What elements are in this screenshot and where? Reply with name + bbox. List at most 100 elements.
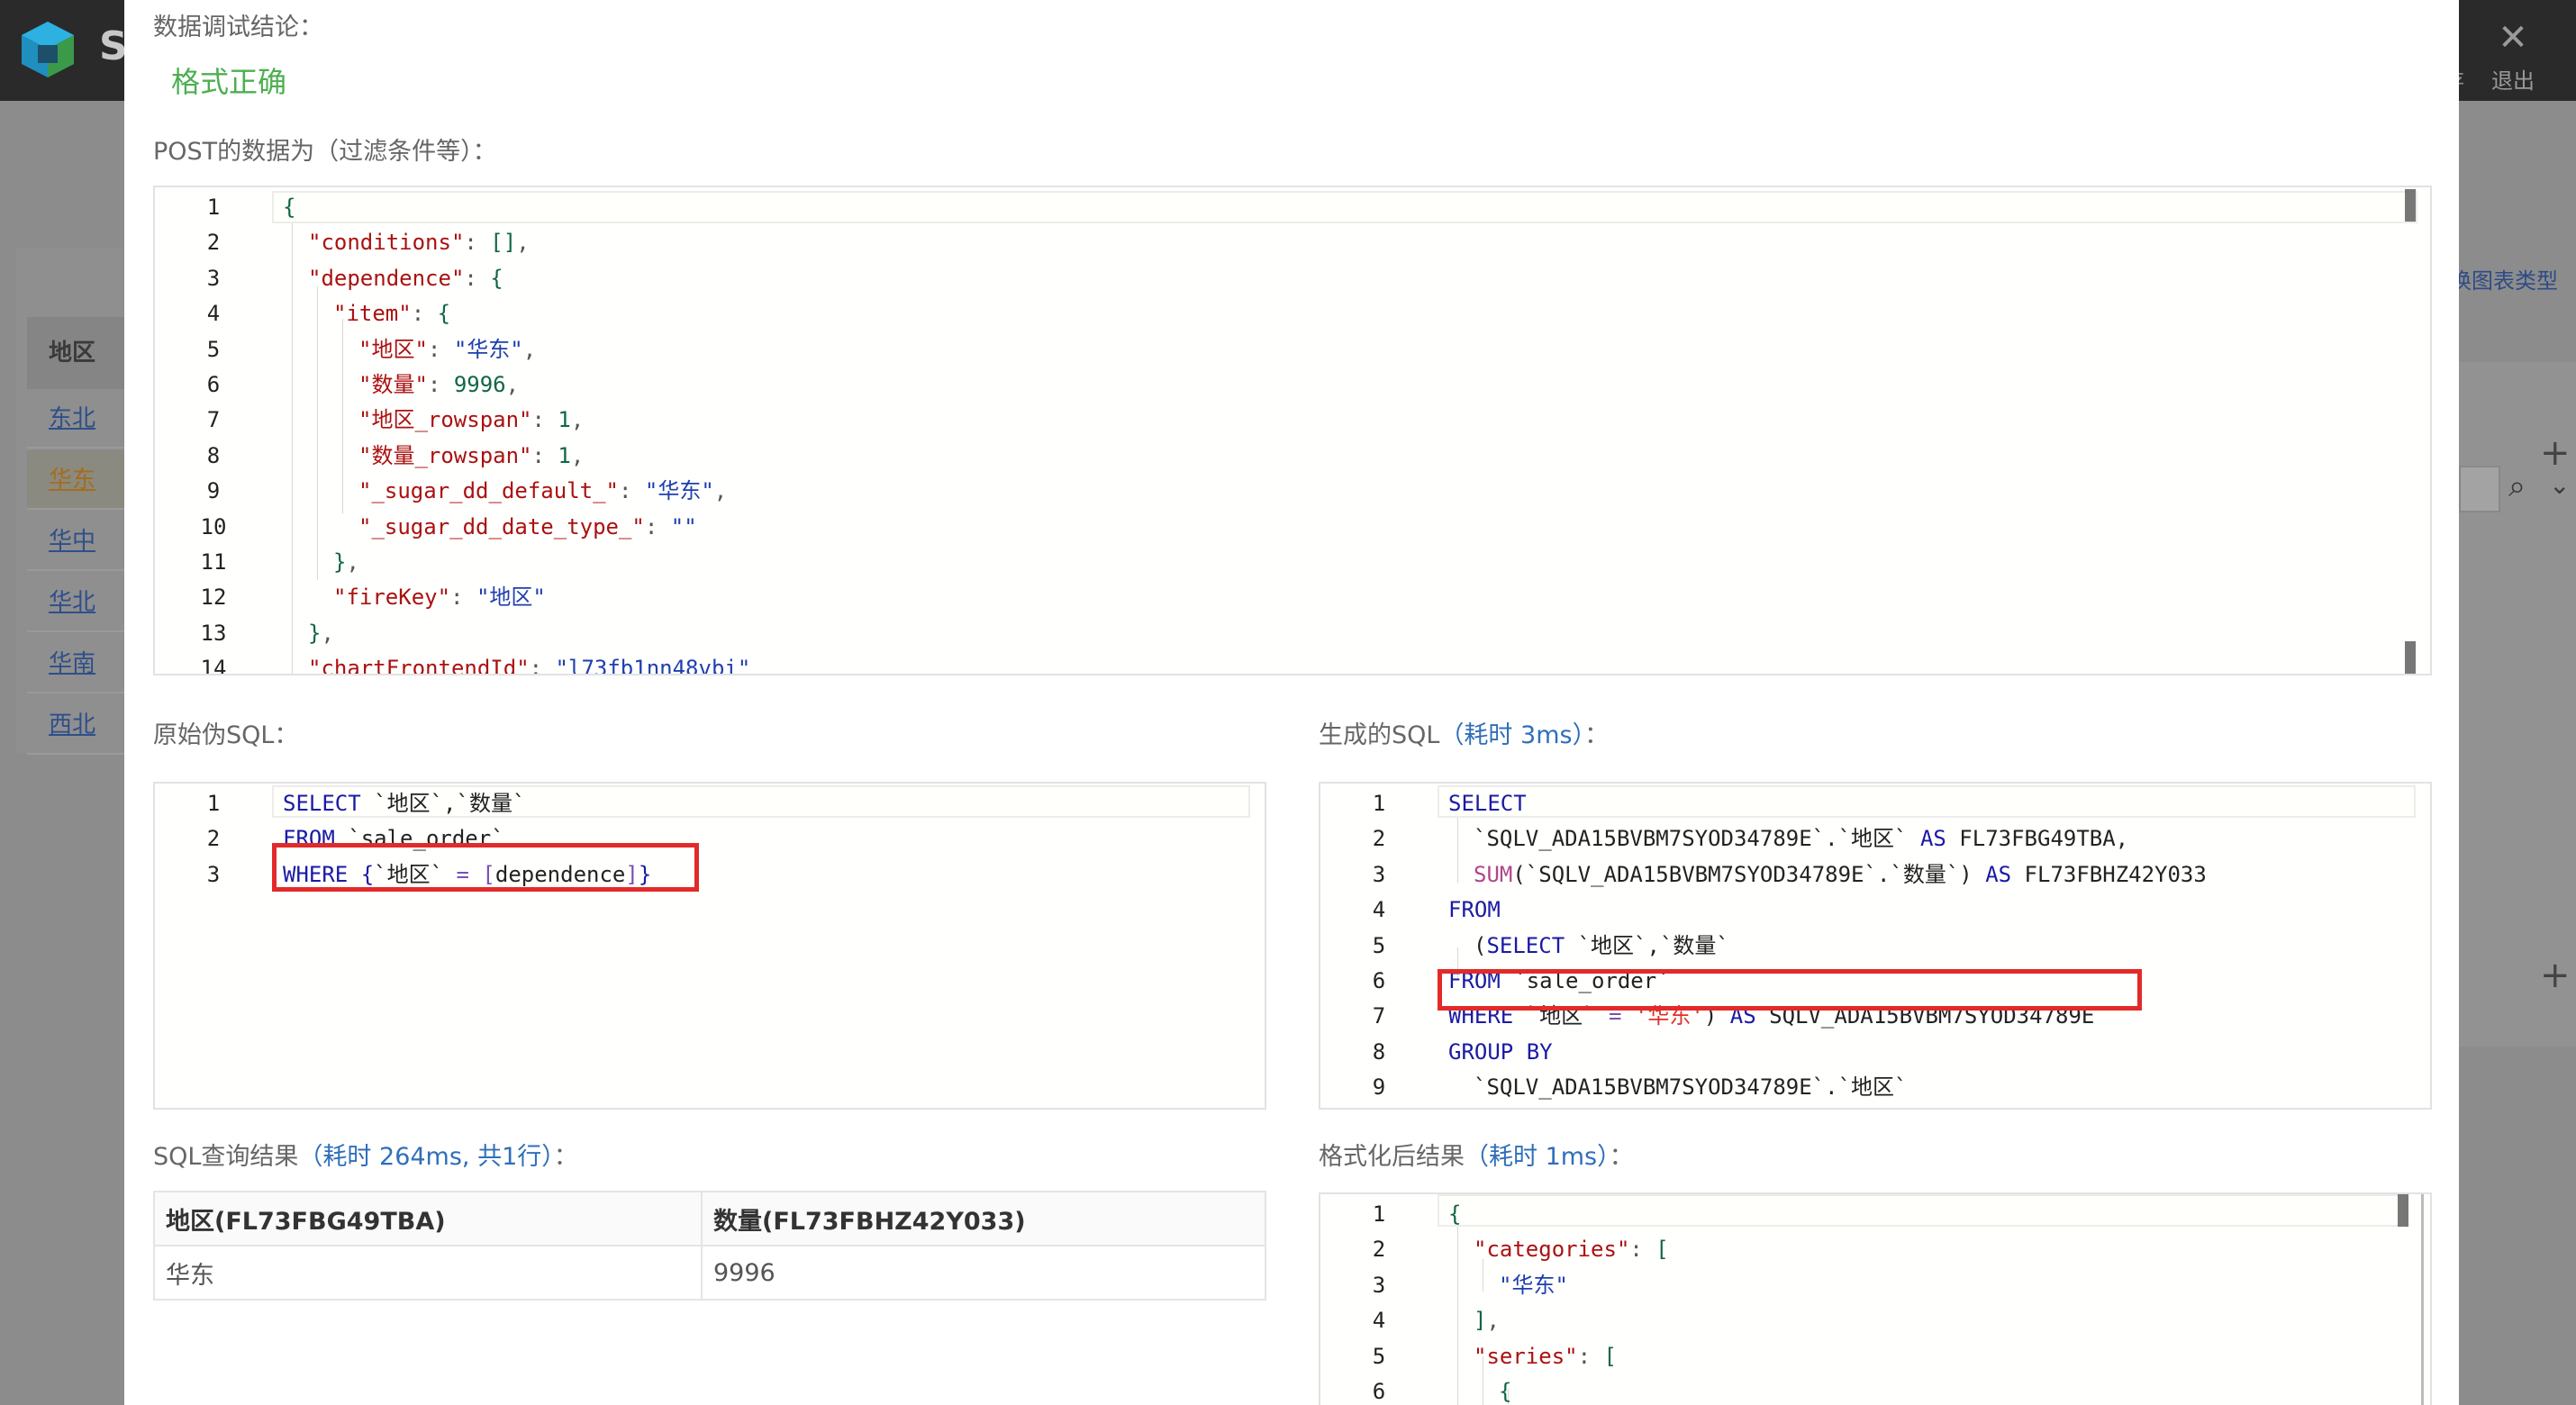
app-logo-icon <box>22 22 74 77</box>
code-line: LIMIT 0, 10000 <box>1448 1107 2430 1108</box>
line-number: 1 <box>206 195 221 220</box>
generated-sql-editor[interactable]: 1 SELECT 2 `SQLV_ADA15BVBM7SYOD34789E`.`地区`… <box>1319 782 2432 1110</box>
line-number: 6 <box>206 372 221 397</box>
column-header: 地区(FL73FBG49TBA) <box>153 1191 703 1246</box>
line-number: 4 <box>1372 1308 1386 1334</box>
search-icon[interactable]: ⌕ <box>2508 468 2526 504</box>
code-line: "华东" <box>1499 1272 1568 1298</box>
line-number: 1 <box>206 791 221 816</box>
generated-sql-label: 生成的SQL（耗时 3ms）： <box>1319 715 1609 750</box>
post-data-editor[interactable]: 1 {2 "conditions": [], 3 "dependence": {4 "it… <box>153 186 2432 675</box>
code-line: "item": { <box>333 301 451 327</box>
region-link[interactable]: 华南 <box>27 634 126 693</box>
line-number: 7 <box>1372 1003 1386 1029</box>
line-number: 12 <box>200 585 227 611</box>
query-result-time: （耗时 264ms, 共1行） <box>298 1143 554 1171</box>
code-line: { <box>283 195 296 220</box>
line-number: 2 <box>206 230 221 256</box>
line-number: 3 <box>1372 861 1386 887</box>
code-line: "地区": "华东", <box>358 336 537 362</box>
highlight-box-raw-where <box>272 843 699 892</box>
add-icon-2[interactable]: + <box>2540 955 2571 996</box>
line-number: 3 <box>1372 1272 1386 1298</box>
column-header: 数量(FL73FBHZ42Y033) <box>701 1191 1266 1246</box>
query-result-colon: ： <box>553 1143 578 1171</box>
formatted-result-colon: ： <box>1609 1143 1634 1171</box>
code-line: "数量_rowspan": 1, <box>358 442 585 468</box>
line-number: 9 <box>1372 1074 1386 1101</box>
formatted-result-time: （耗时 1ms） <box>1465 1143 1610 1171</box>
line-number: 5 <box>1372 1343 1386 1369</box>
conclusion-label: 数据调试结论： <box>153 14 323 41</box>
region-link[interactable]: 西北 <box>27 695 126 755</box>
query-result-table: 地区(FL73FBG49TBA) 数量(FL73FBHZ42Y033) 华东 999… <box>153 1191 1266 1301</box>
line-number: 6 <box>1372 968 1386 993</box>
code-line: { <box>1499 1379 1512 1404</box>
code-line: { <box>1448 1201 1462 1227</box>
chevron-down-icon[interactable]: ⌄ <box>2549 470 2570 500</box>
line-number: 8 <box>1372 1038 1386 1065</box>
region-link[interactable]: 华北 <box>27 573 126 632</box>
line-number: 4 <box>1372 897 1386 923</box>
query-result-title: SQL查询结果 <box>153 1143 299 1171</box>
close-icon: ✕ <box>2498 17 2528 59</box>
line-number: 8 <box>206 442 221 468</box>
debug-modal: 数据调试结论： 格式正确 POST的数据为（过滤条件等）： 1 {2 "condit… <box>124 0 2459 1405</box>
code-line: ], <box>1474 1308 1500 1334</box>
exit-button[interactable]: ✕ 退出 <box>2477 18 2549 95</box>
scrollbar-bottom[interactable] <box>2405 641 2416 674</box>
code-line: SUM(`SQLV_ADA15BVBM7SYOD34789E`.`数量`) AS… <box>1474 861 2207 887</box>
scrollbar-track[interactable] <box>2421 1194 2424 1405</box>
scrollbar-top[interactable] <box>2398 1194 2408 1227</box>
code-line: }, <box>308 620 334 646</box>
line-number: 7 <box>206 407 221 433</box>
line-number: 2 <box>1372 826 1386 852</box>
code-line: "_sugar_dd_date_type_": "" <box>358 513 697 539</box>
line-number: 14 <box>200 656 227 675</box>
code-line: SELECT <box>1448 791 1527 816</box>
code-line: "categories": [ <box>1474 1237 1669 1263</box>
code-line: "地区_rowspan": 1, <box>358 407 585 433</box>
line-number: 10 <box>1320 1107 1438 1108</box>
code-line: GROUP BY <box>1448 1038 1553 1065</box>
line-number: 1 <box>1372 1201 1386 1227</box>
generated-sql-colon: ： <box>1584 721 1610 749</box>
code-line: "fireKey": "地区" <box>333 585 546 611</box>
post-data-label: POST的数据为（过滤条件等）： <box>153 138 497 166</box>
line-number: 1 <box>1372 791 1386 816</box>
line-number: 13 <box>200 620 227 646</box>
line-number: 6 <box>1372 1379 1386 1404</box>
region-table-header: 地区 <box>27 317 126 389</box>
add-icon[interactable]: + <box>2540 432 2571 474</box>
generated-sql-title: 生成的SQL <box>1319 721 1440 749</box>
raw-sql-editor[interactable]: 1 SELECT `地区`,`数量` 2 FROM `sale_order` 3 WHER… <box>153 782 1266 1110</box>
formatted-result-title: 格式化后结果 <box>1319 1143 1465 1171</box>
line-number: 9 <box>206 478 221 504</box>
indent-guide <box>1457 1227 1458 1405</box>
query-result-label: SQL查询结果（耗时 264ms, 共1行）： <box>153 1137 578 1172</box>
right-side-panel: 换图表类型 ⌕ ⌄ + + <box>2450 101 2576 1405</box>
exit-label: 退出 <box>2491 68 2535 94</box>
scrollbar-top[interactable] <box>2405 189 2416 222</box>
indent-guide <box>342 319 343 513</box>
code-line: `SQLV_ADA15BVBM7SYOD34789E`.`地区` <box>1474 1074 1908 1101</box>
indent-guide <box>1457 818 1458 883</box>
code-line: "series": [ <box>1474 1343 1617 1369</box>
code-line: FROM <box>1448 897 1501 923</box>
code-line: SELECT `地区`,`数量` <box>283 791 526 816</box>
switch-chart-type-link[interactable]: 换图表类型 <box>2450 263 2558 295</box>
region-link[interactable]: 华东 <box>27 450 126 510</box>
code-line: "数量": 9996, <box>358 372 520 397</box>
code-line: }, <box>333 549 359 575</box>
code-line: `SQLV_ADA15BVBM7SYOD34789E`.`地区` AS FL73… <box>1474 826 2129 852</box>
formatted-result-editor[interactable]: 1 {2 "categories": [3 "华东" 4], 5 "series": [6 {… <box>1319 1192 2432 1405</box>
line-number: 4 <box>206 301 221 327</box>
filter-select[interactable] <box>2459 466 2500 512</box>
line-number: 5 <box>1372 932 1386 958</box>
raw-sql-label: 原始伪SQL： <box>153 721 299 749</box>
indent-guide <box>317 286 318 580</box>
table-cell: 9996 <box>701 1245 1266 1301</box>
region-link[interactable]: 东北 <box>27 389 126 449</box>
region-link[interactable]: 华中 <box>27 512 126 571</box>
line-number: 3 <box>206 861 221 887</box>
